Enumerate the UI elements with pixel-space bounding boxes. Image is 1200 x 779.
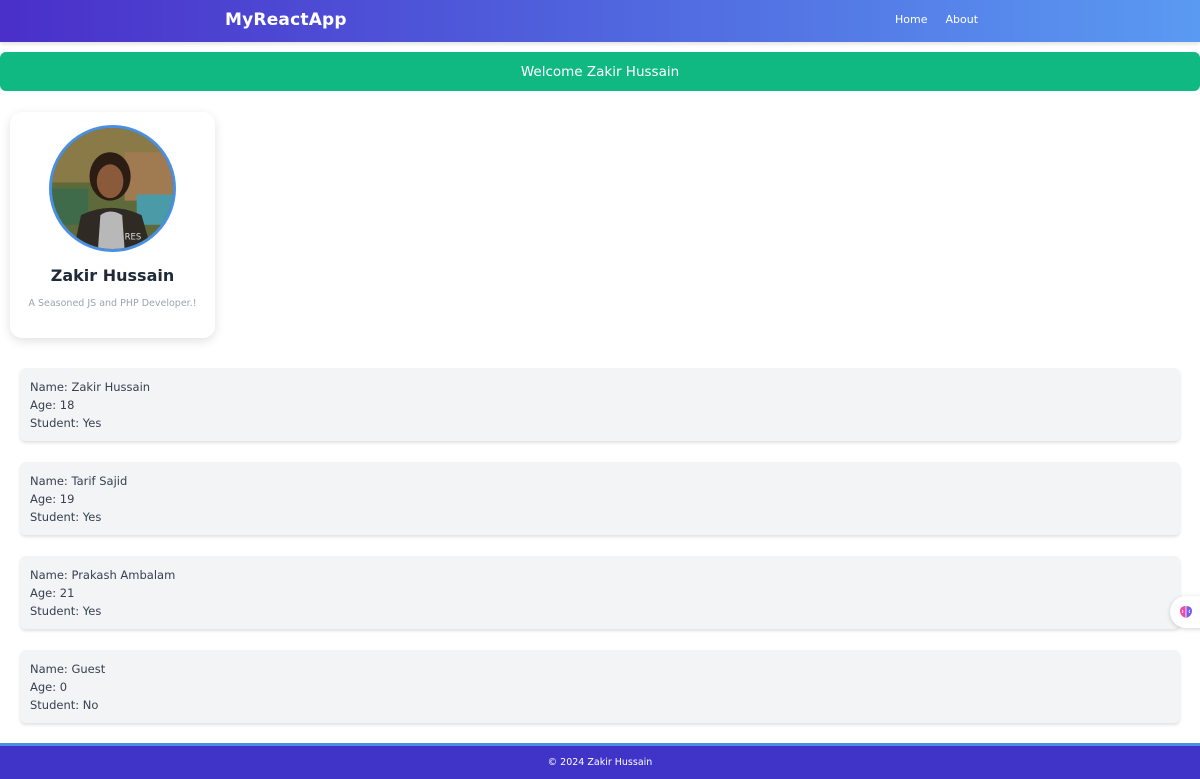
person-student: Student: Yes bbox=[30, 604, 102, 618]
main-nav: Home About bbox=[895, 13, 978, 26]
person-name: Name: Tarif Sajid bbox=[30, 474, 128, 488]
profile-card: RES Zakir Hussain A Seasoned JS and PHP … bbox=[10, 112, 215, 338]
person-card: Name: Guest Age: 0 Student: No bbox=[20, 650, 1180, 723]
profile-bio: A Seasoned JS and PHP Developer.! bbox=[28, 298, 197, 309]
brand-logo[interactable]: MyReactApp bbox=[225, 10, 347, 30]
person-card: Name: Prakash Ambalam Age: 21 Student: Y… bbox=[20, 556, 1180, 629]
person-age: Age: 0 bbox=[30, 680, 68, 694]
assistant-widget-button[interactable] bbox=[1170, 596, 1200, 628]
page-footer: © 2024 Zakir Hussain bbox=[0, 743, 1200, 779]
svg-text:RES: RES bbox=[125, 231, 142, 241]
profile-avatar: RES bbox=[49, 125, 176, 252]
person-card: Name: Zakir Hussain Age: 18 Student: Yes bbox=[20, 368, 1180, 441]
brain-icon bbox=[1180, 606, 1192, 618]
person-student: Student: Yes bbox=[30, 416, 102, 430]
top-navbar: MyReactApp Home About bbox=[0, 0, 1200, 42]
avatar-photo: RES bbox=[52, 128, 173, 249]
person-age: Age: 19 bbox=[30, 492, 75, 506]
person-name: Name: Guest bbox=[30, 662, 106, 676]
footer-copyright: © 2024 Zakir Hussain bbox=[547, 757, 653, 768]
profile-name: Zakir Hussain bbox=[50, 266, 175, 285]
person-card: Name: Tarif Sajid Age: 19 Student: Yes bbox=[20, 462, 1180, 535]
nav-link-about[interactable]: About bbox=[945, 13, 978, 26]
person-age: Age: 21 bbox=[30, 586, 75, 600]
person-name: Name: Zakir Hussain bbox=[30, 380, 151, 394]
welcome-banner: Welcome Zakir Hussain bbox=[0, 52, 1200, 91]
person-age: Age: 18 bbox=[30, 398, 75, 412]
person-student: Student: Yes bbox=[30, 510, 102, 524]
person-name: Name: Prakash Ambalam bbox=[30, 568, 176, 582]
person-student: Student: No bbox=[30, 698, 99, 712]
nav-link-home[interactable]: Home bbox=[895, 13, 927, 26]
welcome-text: Welcome Zakir Hussain bbox=[520, 63, 680, 80]
